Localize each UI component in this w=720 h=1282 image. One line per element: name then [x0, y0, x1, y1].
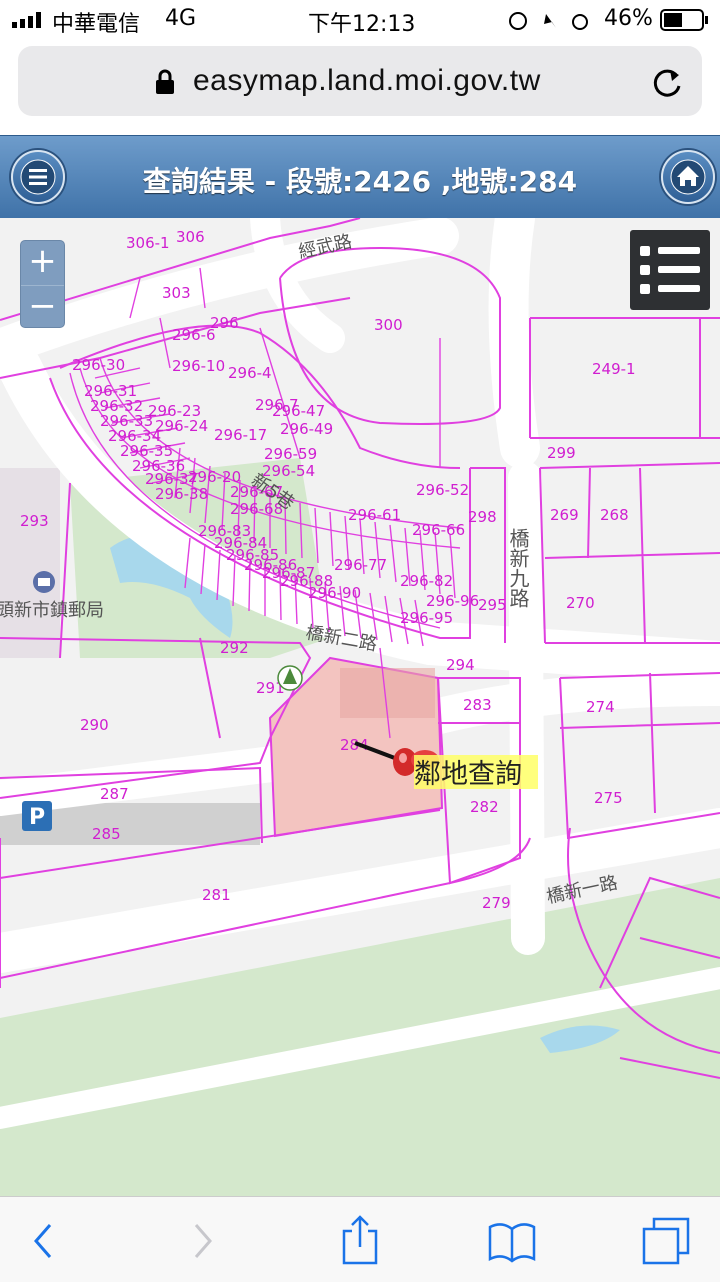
parcel-label: 306-1: [126, 234, 170, 252]
parcel-label: 296-6: [172, 326, 216, 344]
parcel-label: 279: [482, 894, 511, 912]
parcel-label: 298: [468, 508, 497, 526]
parcel-label: 296-47: [272, 402, 325, 420]
location-icon: [544, 14, 556, 28]
parcel-label: 296-24: [155, 417, 208, 435]
chevron-left-icon: [34, 1224, 52, 1258]
parcel-label: 296-17: [214, 426, 267, 444]
parcel-label: 296-90: [308, 584, 361, 602]
parcel-label: 275: [594, 789, 623, 807]
zoom-out-button[interactable]: −: [21, 285, 64, 328]
network-label: 4G: [165, 6, 197, 31]
parcel-label: 306: [176, 228, 205, 246]
alarm-icon: [572, 14, 588, 30]
parking-label: P: [29, 805, 45, 830]
parcel-label: 282: [470, 798, 499, 816]
carrier-label: 中華電信: [52, 12, 141, 37]
parcel-label: 296-96: [426, 592, 479, 610]
status-icons: [509, 12, 588, 30]
parcel-label: 296-77: [334, 556, 387, 574]
neighbor-query-link: 鄰地查詢: [414, 759, 522, 790]
cadastral-map[interactable]: 306-1 306 303 300 249-1 296 296-6 296-31…: [0, 218, 720, 1196]
parcel-label: 299: [547, 444, 576, 462]
forward-button[interactable]: [174, 1211, 234, 1267]
parcel-label: 270: [566, 594, 595, 612]
parcel-label: 296-52: [416, 481, 469, 499]
share-button[interactable]: [330, 1211, 390, 1267]
browser-toolbar: [0, 1196, 720, 1282]
parcel-label: 296-49: [280, 420, 333, 438]
bookmarks-button[interactable]: [482, 1211, 542, 1267]
parcel-label: 296-4: [228, 364, 272, 382]
parcel-label: 300: [374, 316, 403, 334]
legend-button[interactable]: [630, 230, 710, 310]
page-title: 查詢結果 - 段號:2426 ,地號:284: [142, 165, 578, 198]
chevron-right-icon: [194, 1224, 212, 1258]
parcel-label: 296-30: [72, 356, 125, 374]
parcel-label: 296-59: [264, 445, 317, 463]
post-office-label: 頭新市鎮郵局: [0, 600, 104, 621]
parcel-label: 292: [220, 639, 249, 657]
parcel-label: 287: [100, 785, 129, 803]
parcel-label: 268: [600, 506, 629, 524]
rotation-lock-icon: [509, 12, 527, 30]
tabs-icon: [642, 1217, 690, 1265]
back-button[interactable]: [14, 1211, 74, 1267]
share-icon: [342, 1215, 378, 1265]
parcel-label: 296-61: [348, 506, 401, 524]
parcel-label: 296-10: [172, 357, 225, 375]
parcel-label: 296-82: [400, 572, 453, 590]
parcel-label: 249-1: [592, 360, 636, 378]
parcel-label: 274: [586, 698, 615, 716]
parcel-label: 295: [478, 596, 507, 614]
parcel-label: 269: [550, 506, 579, 524]
tabs-button[interactable]: [636, 1211, 696, 1267]
parcel-label: 290: [80, 716, 109, 734]
app-header: 查詢結果 - 段號:2426 ,地號:284: [0, 135, 720, 219]
parcel-label: 283: [463, 696, 492, 714]
road-label-qiaoxin9: 橋新九路: [506, 528, 530, 608]
parcel-label: 296-66: [412, 521, 465, 539]
parcel-label: 294: [446, 656, 475, 674]
parcel-label: 303: [162, 284, 191, 302]
status-bar: 中華電信 4G 下午12:13 46%: [0, 0, 720, 40]
home-button[interactable]: [661, 150, 715, 204]
battery-percent: 46%: [604, 6, 653, 31]
list-icon: [640, 246, 700, 294]
browser-address-area: easymap.land.moi.gov.tw: [0, 40, 720, 135]
lock-icon: [156, 69, 174, 94]
battery-icon: [660, 9, 708, 31]
svg-text:橋新九路: 橋新九路: [506, 528, 530, 608]
clock: 下午12:13: [308, 12, 416, 37]
parcel-label: 296-95: [400, 609, 453, 627]
parcel-label: 285: [92, 825, 121, 843]
zoom-in-button[interactable]: +: [21, 241, 64, 283]
reload-icon[interactable]: [650, 66, 684, 100]
parcel-label: 296-38: [155, 485, 208, 503]
zoom-control: + −: [20, 240, 65, 328]
address-bar[interactable]: easymap.land.moi.gov.tw: [18, 46, 702, 116]
map-view[interactable]: 306-1 306 303 300 249-1 296 296-6 296-31…: [0, 218, 720, 1196]
signal-icon: [12, 12, 41, 28]
home-icon: [670, 159, 706, 195]
parcel-label: 293: [20, 512, 49, 530]
parcel-label: 281: [202, 886, 231, 904]
url-text: easymap.land.moi.gov.tw: [193, 64, 541, 97]
book-icon: [488, 1223, 536, 1263]
